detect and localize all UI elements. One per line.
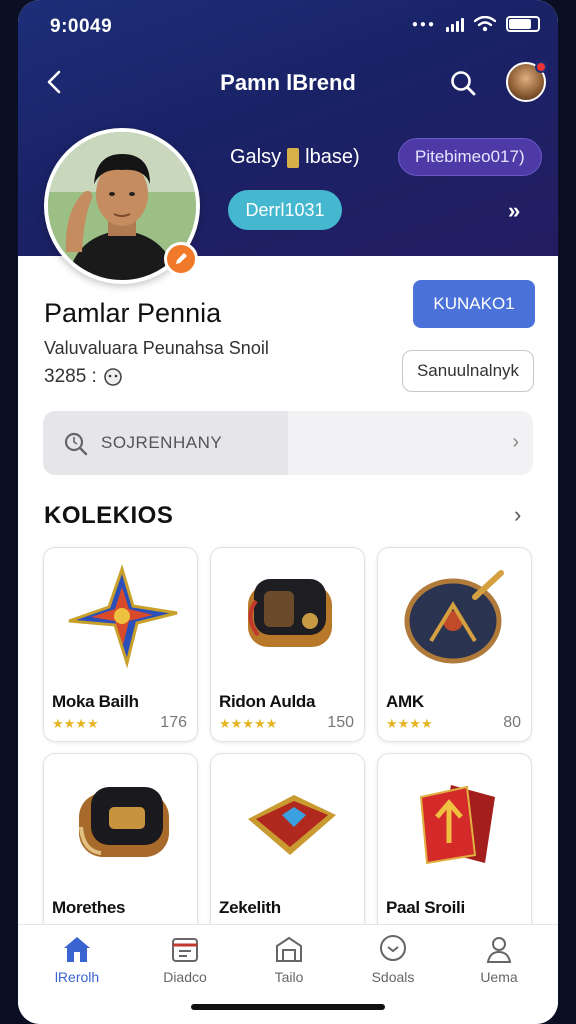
status-badge[interactable]: Pitebimeo017)	[398, 138, 542, 176]
status-time: 9:0049	[50, 16, 113, 37]
shop-icon	[276, 936, 302, 962]
collection-card[interactable]: Paal Sroili	[377, 753, 532, 948]
wifi-icon	[474, 16, 496, 32]
signal-icon	[446, 16, 464, 32]
card-title: Moka Bailh	[52, 692, 139, 711]
face-icon	[104, 368, 122, 386]
double-chevron-right-icon[interactable]: »	[508, 198, 520, 224]
search-placeholder: SOJRENHANY	[101, 433, 223, 452]
card-count: 80	[503, 714, 521, 731]
battery-icon	[506, 16, 540, 32]
brand-suffix: lbase)	[305, 146, 360, 168]
home-indicator[interactable]	[191, 1004, 385, 1010]
tab-shop[interactable]: Tailo	[244, 933, 334, 993]
status-icons: ●●●	[412, 16, 540, 32]
badge-art	[211, 754, 364, 889]
collection-card[interactable]: Moka Bailh ★★★★ 176	[43, 547, 198, 742]
phone-screen: 9:0049 ●●● Pamn lBrend Galsy lbase) Pite…	[18, 0, 558, 1024]
search-field[interactable]: SOJRENHANY ›	[43, 411, 533, 475]
tab-home[interactable]: lRerolh	[32, 933, 122, 993]
dots-icon: ●●●	[411, 18, 436, 30]
tab-label: Sdoals	[371, 969, 415, 985]
notification-dot	[535, 61, 547, 73]
tag-button[interactable]: Derrl1031	[228, 190, 342, 230]
collection-card[interactable]: AMK ★★★★ 80	[377, 547, 532, 742]
primary-action-button[interactable]: KUNAKO1	[413, 280, 535, 328]
status-bar: 9:0049 ●●●	[18, 12, 558, 42]
user-icon	[486, 937, 512, 963]
card-count: 150	[327, 714, 354, 731]
trophy-icon	[287, 147, 300, 168]
edit-photo-button[interactable]	[164, 242, 198, 276]
tab-label: Diadco	[163, 969, 207, 985]
chevron-right-icon: ›	[512, 431, 519, 453]
section-title: KOLEKIOS	[44, 502, 174, 529]
shield-art	[378, 548, 531, 683]
account-avatar[interactable]	[506, 61, 547, 102]
search-icon	[451, 71, 476, 96]
pencil-icon	[176, 253, 187, 264]
card-title: Ridon Aulda	[219, 692, 316, 711]
profile-subtitle: Valuvaluara Peunahsa Snoil	[44, 338, 269, 358]
tab-label: lRerolh	[54, 969, 100, 985]
brand-text: Galsy	[230, 146, 282, 168]
card-title: Morethes	[52, 898, 126, 917]
brand-row: Galsy lbase)	[230, 146, 360, 169]
collection-card[interactable]: Ridon Aulda ★★★★★ 150	[210, 547, 365, 742]
tab-calendar[interactable]: Diadco	[140, 933, 230, 993]
card-title: Zekelith	[219, 898, 281, 917]
chevron-right-icon[interactable]: ›	[514, 502, 521, 528]
star-rating: ★★★★	[386, 716, 433, 731]
bracer-art	[211, 548, 364, 683]
home-icon	[64, 937, 90, 962]
card-title: Paal Sroili	[386, 898, 465, 917]
top-nav-bar: Pamn lBrend	[18, 60, 558, 104]
star-rating: ★★★★★	[219, 716, 278, 731]
search-icon	[64, 432, 88, 456]
stat-value: 3285 :	[44, 366, 97, 387]
profile-stat: 3285 :	[44, 366, 123, 388]
tab-chat[interactable]: Sdoals	[348, 933, 438, 993]
shuriken-art	[44, 548, 197, 683]
profile-name: Pamlar Pennia	[44, 298, 222, 328]
gauntlet-art	[44, 754, 197, 889]
tab-profile[interactable]: Uema	[454, 933, 544, 993]
card-art	[378, 754, 531, 889]
tab-label: Tailo	[274, 969, 304, 985]
collection-card[interactable]: Zekelith	[210, 753, 365, 948]
card-title: AMK	[386, 692, 424, 711]
tab-label: Uema	[480, 969, 518, 985]
star-rating: ★★★★	[52, 716, 99, 731]
collection-card[interactable]: Morethes	[43, 753, 198, 948]
chat-icon	[380, 935, 406, 961]
search-button[interactable]	[446, 66, 480, 100]
calendar-icon	[172, 938, 198, 962]
secondary-action-button[interactable]: Sanuulnalnyk	[402, 350, 534, 392]
card-count: 176	[160, 714, 187, 731]
